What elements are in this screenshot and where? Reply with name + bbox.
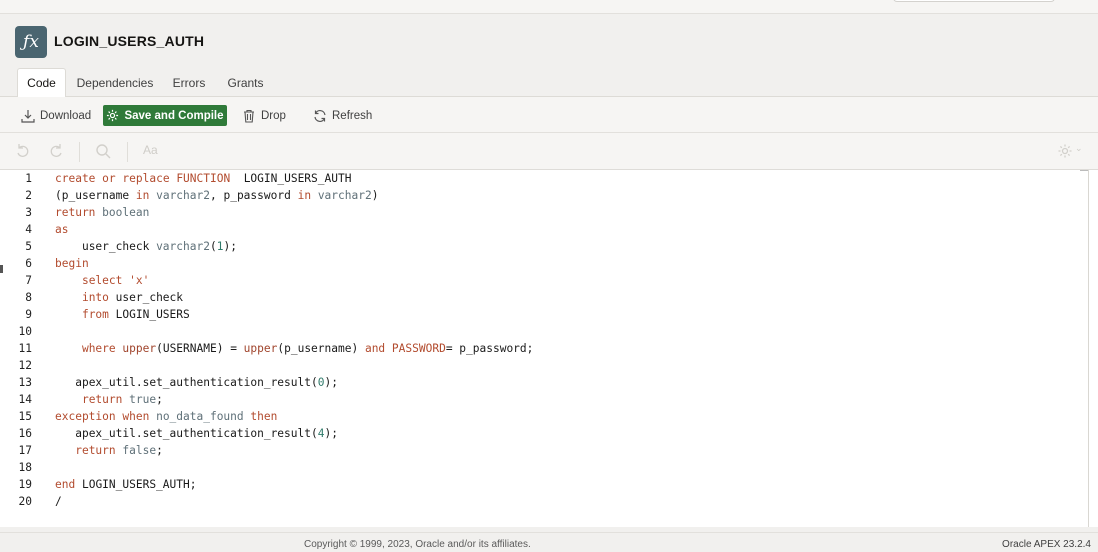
version-text: Oracle APEX 23.2.4 xyxy=(1002,539,1091,550)
refresh-icon xyxy=(314,109,326,122)
code-text: from LOGIN_USERS xyxy=(81,308,190,321)
code-text: apex_util.set_authentication_result(4); xyxy=(75,427,338,440)
text-case-icon[interactable]: Aa xyxy=(143,143,158,157)
function-icon: ƒx xyxy=(15,26,47,58)
line-number: 14 xyxy=(18,393,32,406)
search-icon[interactable] xyxy=(95,143,111,159)
code-line[interactable]: 2 (p_username in varchar2, p_password in … xyxy=(0,187,1088,204)
line-number: 9 xyxy=(25,308,32,321)
editor-scrollbar[interactable] xyxy=(1088,170,1098,527)
line-number: 3 xyxy=(25,206,32,219)
line-number: 4 xyxy=(25,223,32,236)
drop-label: Drop xyxy=(261,109,286,122)
line-number: 20 xyxy=(18,495,32,508)
code-line[interactable]: 13 apex_util.set_authentication_result(0… xyxy=(0,374,1088,391)
download-button[interactable]: Download xyxy=(21,105,91,126)
refresh-label: Refresh xyxy=(332,109,373,122)
code-text: (p_username in varchar2, p_password in v… xyxy=(55,189,379,202)
code-line[interactable]: 9 from LOGIN_USERS xyxy=(0,306,1088,323)
code-line[interactable]: 19 end LOGIN_USERS_AUTH; xyxy=(0,476,1088,493)
download-label: Download xyxy=(40,109,92,122)
object-tabs: Code Dependencies Errors Grants xyxy=(0,68,1098,98)
object-header: ƒx LOGIN_USERS_AUTH xyxy=(0,14,1098,68)
toolbar-divider xyxy=(127,142,128,162)
editor-toolbar: Aa ⌄ xyxy=(0,133,1098,170)
code-line[interactable]: 3 return boolean xyxy=(0,204,1088,221)
line-number: 5 xyxy=(25,240,32,253)
code-text: into user_check xyxy=(81,291,184,304)
code-text: where upper(USERNAME) = upper(p_username… xyxy=(81,342,534,355)
code-text: end LOGIN_USERS_AUTH; xyxy=(55,478,197,491)
line-number: 16 xyxy=(18,427,32,440)
drop-button[interactable]: Drop xyxy=(242,105,286,126)
line-number: 19 xyxy=(18,478,32,491)
chevron-down-icon[interactable]: ⌄ xyxy=(1075,143,1083,154)
gear-icon xyxy=(107,109,119,122)
undo-icon[interactable] xyxy=(15,143,31,159)
splitter-handle[interactable] xyxy=(0,265,3,273)
line-number: 17 xyxy=(18,444,32,457)
code-text: apex_util.set_authentication_result(0); xyxy=(75,376,338,389)
redo-icon[interactable] xyxy=(48,143,64,159)
download-icon xyxy=(21,109,35,123)
code-line[interactable]: 1 create or replace FUNCTION LOGIN_USERS_… xyxy=(0,170,1088,187)
line-number: 10 xyxy=(18,325,32,338)
line-number: 11 xyxy=(18,342,32,355)
code-line[interactable]: 8 into user_check xyxy=(0,289,1088,306)
code-line[interactable]: 10 xyxy=(0,323,1088,340)
tab-dependencies[interactable]: Dependencies xyxy=(72,68,158,97)
code-text: return false; xyxy=(75,444,163,457)
line-number: 2 xyxy=(25,189,32,202)
tab-code[interactable]: Code xyxy=(17,68,66,98)
tab-errors[interactable]: Errors xyxy=(166,68,212,97)
save-and-compile-button[interactable]: Save and Compile xyxy=(103,105,227,126)
line-number: 1 xyxy=(25,172,32,185)
footer: Copyright © 1999, 2023, Oracle and/or it… xyxy=(0,532,1098,552)
code-line[interactable]: 18 xyxy=(0,459,1088,476)
code-line[interactable]: 12 xyxy=(0,357,1088,374)
line-number: 7 xyxy=(25,274,32,287)
line-number: 8 xyxy=(25,291,32,304)
code-text: return boolean xyxy=(55,206,150,219)
code-text: select 'x' xyxy=(81,274,150,287)
top-bar xyxy=(0,0,1098,14)
global-search-stub[interactable] xyxy=(893,0,1055,2)
code-line[interactable]: 14 return true; xyxy=(0,391,1088,408)
code-line[interactable]: 17 return false; xyxy=(0,442,1088,459)
line-number: 18 xyxy=(18,461,32,474)
code-text: create or replace FUNCTION LOGIN_USERS_A… xyxy=(55,172,352,185)
gear-icon[interactable] xyxy=(1057,143,1073,159)
code-line[interactable]: 16 apex_util.set_authentication_result(4… xyxy=(0,425,1088,442)
line-number: 6 xyxy=(25,257,32,270)
code-line[interactable]: 4 as xyxy=(0,221,1088,238)
toolbar-divider xyxy=(79,142,80,162)
code-text: / xyxy=(55,495,62,508)
code-line[interactable]: 20 / xyxy=(0,493,1088,510)
action-toolbar: Download Save and Compile Drop Refresh xyxy=(0,97,1098,133)
save-and-compile-label: Save and Compile xyxy=(124,109,224,122)
copyright-text: Copyright © 1999, 2023, Oracle and/or it… xyxy=(304,539,531,550)
line-number: 13 xyxy=(18,376,32,389)
page-title: LOGIN_USERS_AUTH xyxy=(54,33,205,49)
code-line[interactable]: 6 begin xyxy=(0,255,1088,272)
trash-icon xyxy=(244,109,254,123)
code-line[interactable]: 11 where upper(USERNAME) = upper(p_usern… xyxy=(0,340,1088,357)
code-editor[interactable]: 1 create or replace FUNCTION LOGIN_USERS_… xyxy=(0,170,1090,527)
code-line[interactable]: 5 user_check varchar2(1); xyxy=(0,238,1088,255)
code-text: as xyxy=(55,223,69,236)
code-line[interactable]: 7 select 'x' xyxy=(0,272,1088,289)
code-text: exception when no_data_found then xyxy=(55,410,278,423)
code-text: begin xyxy=(55,257,89,270)
code-line[interactable]: 15 exception when no_data_found then xyxy=(0,408,1088,425)
code-text: return true; xyxy=(81,393,163,406)
line-number: 15 xyxy=(18,410,32,423)
refresh-button[interactable]: Refresh xyxy=(313,105,372,126)
code-text: user_check varchar2(1); xyxy=(81,240,237,253)
line-number: 12 xyxy=(18,359,32,372)
tab-grants[interactable]: Grants xyxy=(221,68,270,97)
